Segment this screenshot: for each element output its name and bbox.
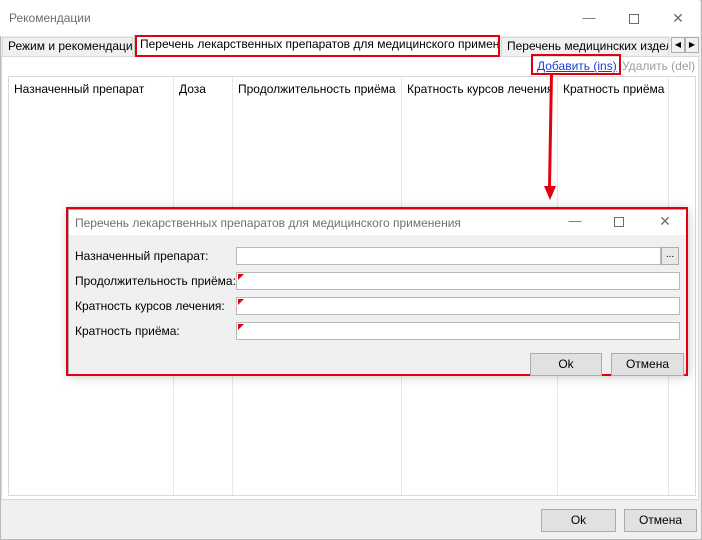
browse-drug-button[interactable]: ...: [661, 247, 679, 265]
required-marker-icon: [238, 299, 244, 305]
column-header-drug[interactable]: Назначенный препарат: [8, 77, 173, 101]
intake-frequency-field[interactable]: [236, 322, 680, 340]
field-label-duration: Продолжительность приёма:: [75, 274, 236, 288]
active-tab-highlight: [135, 35, 500, 57]
ok-button[interactable]: Ok: [541, 509, 616, 532]
minimize-button[interactable]: —: [566, 3, 612, 33]
maximize-icon: [629, 13, 639, 24]
column-header-duration[interactable]: Продолжительность приёма: [232, 77, 401, 101]
delete-link[interactable]: Удалить (del): [622, 59, 695, 73]
column-header-course-frequency[interactable]: Кратность курсов лечения: [401, 77, 557, 101]
close-icon: ✕: [672, 10, 684, 26]
annotation-arrow-head: [544, 186, 556, 200]
column-header-dose[interactable]: Доза: [173, 77, 232, 101]
minimize-icon: —: [582, 10, 596, 25]
drug-field[interactable]: [236, 247, 661, 265]
column-header-intake-frequency[interactable]: Кратность приёма: [557, 77, 668, 101]
tab-scroll-right-button[interactable]: ▶: [685, 37, 699, 53]
course-frequency-field[interactable]: [236, 297, 680, 315]
dialog-highlight: [66, 207, 688, 376]
maximize-button[interactable]: [611, 3, 657, 33]
close-button[interactable]: ✕: [655, 3, 701, 33]
add-link-highlight: [531, 54, 621, 75]
tab-mode-and-recommendations[interactable]: Режим и рекомендации: [2, 37, 133, 56]
arrow-left-icon: ◀: [674, 40, 682, 49]
required-marker-icon: [238, 324, 244, 330]
dialog-ok-button[interactable]: Ok: [530, 353, 602, 376]
field-label-intake-frequency: Кратность приёма:: [75, 324, 180, 338]
field-label-drug: Назначенный препарат:: [75, 249, 209, 263]
cancel-button[interactable]: Отмена: [624, 509, 697, 532]
required-marker-icon: [238, 274, 244, 280]
tab-scroll-left-button[interactable]: ◀: [671, 37, 685, 53]
arrow-right-icon: ▶: [688, 40, 696, 49]
duration-field[interactable]: [236, 272, 680, 290]
window-title: Рекомендации: [9, 11, 91, 25]
field-label-course-frequency: Кратность курсов лечения:: [75, 299, 225, 313]
dialog-cancel-button[interactable]: Отмена: [611, 353, 684, 376]
